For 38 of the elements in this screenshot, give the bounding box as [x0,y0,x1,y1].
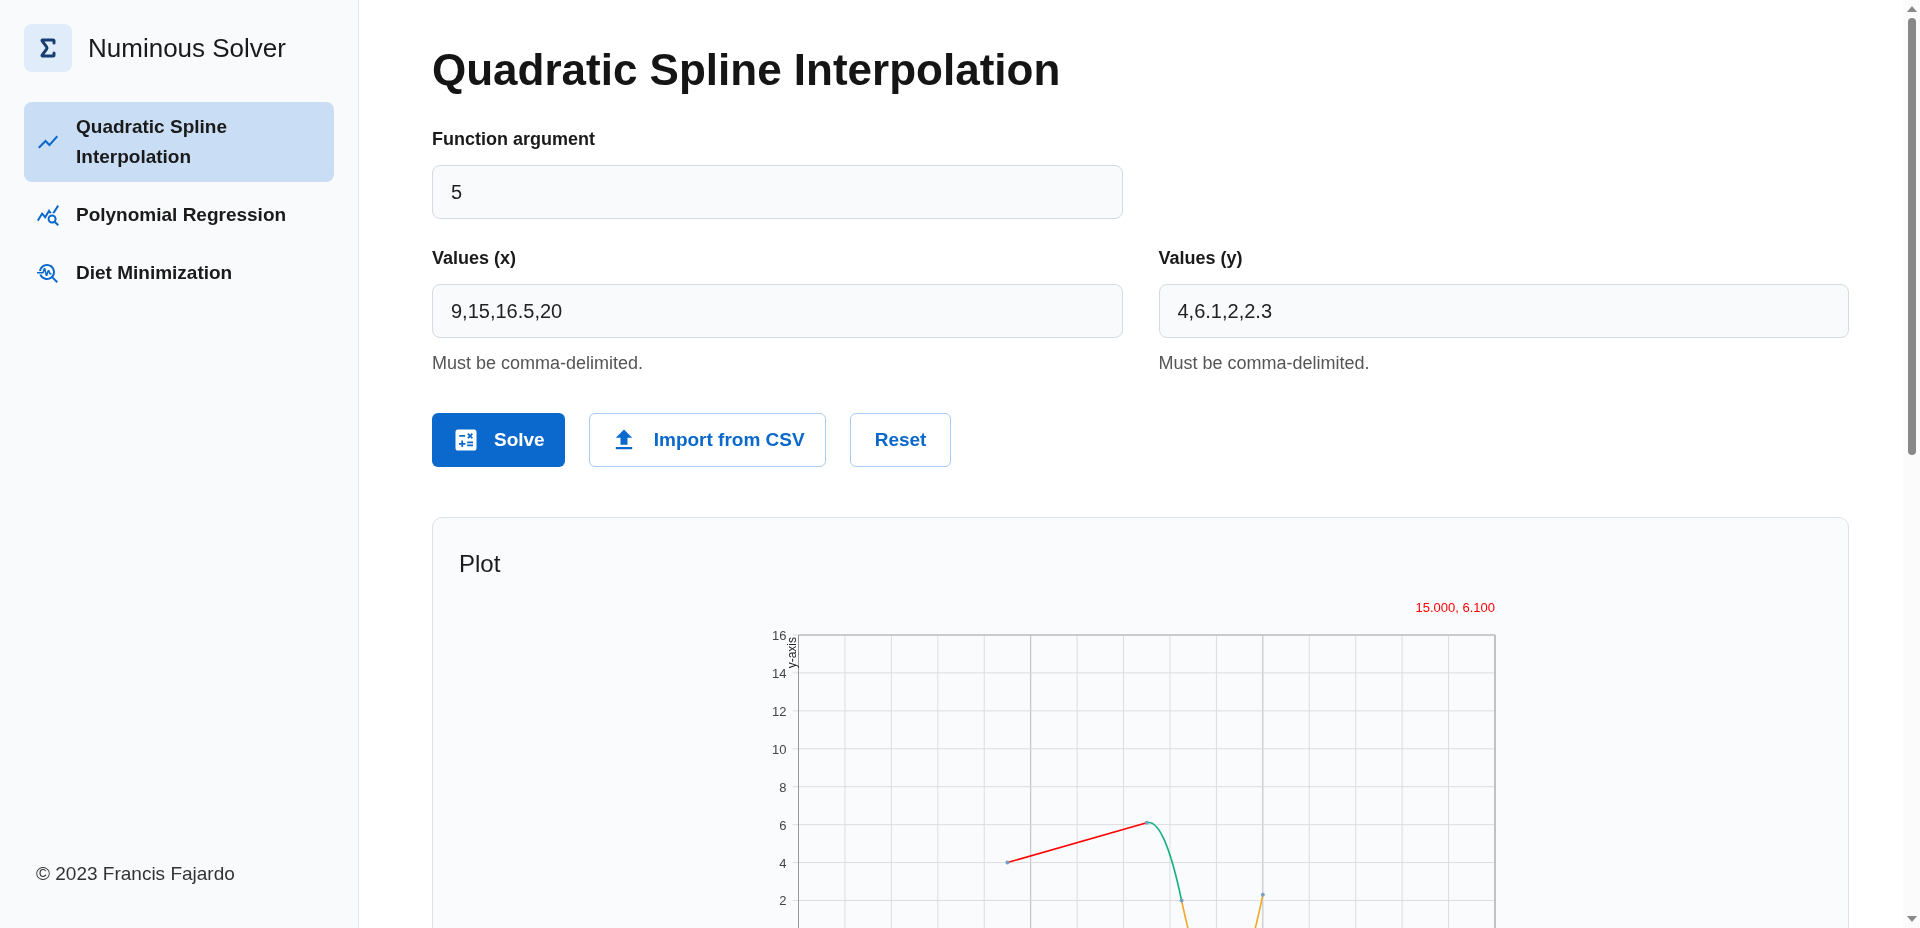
text-field[interactable]: 9,15,16.5,20 [432,284,1123,338]
text-field[interactable]: 4,6.1,2,2.3 [1158,284,1849,338]
card-title: Plot [459,549,501,579]
data-point [1179,898,1184,903]
field-hint: Must be comma-delimited. [432,352,644,375]
reset-button[interactable]: Reset [849,413,952,467]
nav-item[interactable]: Quadratic Spline Interpolation [24,102,334,182]
hover-readout: 15.000, 6.100 [1415,600,1495,615]
field-label: Values (y) [1158,247,1243,270]
copyright-text: © 2023 Francis Fajardo [35,861,236,886]
y-axis-label: y-axis [784,637,799,669]
field-label: Values (x) [432,247,517,270]
text-field[interactable]: 5 [432,165,1123,219]
scrollbar[interactable] [1903,0,1920,928]
y-tick-label: 8 [779,779,787,795]
chart-magnifier-icon [36,203,60,227]
scrollbar-thumb[interactable] [1907,18,1916,455]
y-tick-label: 2 [779,893,787,909]
scroll-down-icon[interactable] [1906,916,1917,922]
y-tick-label: 16 [772,628,787,643]
solve-button[interactable]: Solve [432,413,565,467]
pulse-magnifier-icon [36,261,60,285]
data-point [1005,860,1010,865]
page-title: Quadratic Spline Interpolation [432,44,1062,96]
y-tick-label: 4 [779,855,787,871]
field-hint: Must be comma-delimited. [1158,352,1370,375]
y-tick-label: 6 [779,817,787,833]
import-button[interactable]: Import from CSV [588,413,826,467]
data-point [1260,892,1265,897]
data-point [1144,820,1149,825]
scroll-up-icon[interactable] [1906,6,1917,12]
app-title: Numinous Solver [88,31,286,65]
y-tick-label: 12 [772,703,787,719]
y-tick-label: 14 [772,665,787,681]
nav-item[interactable]: Polynomial Regression [24,190,334,240]
y-tick-label: 10 [772,741,787,757]
field-label: Function argument [432,128,595,151]
nav-item[interactable]: Diet Minimization [24,248,334,298]
